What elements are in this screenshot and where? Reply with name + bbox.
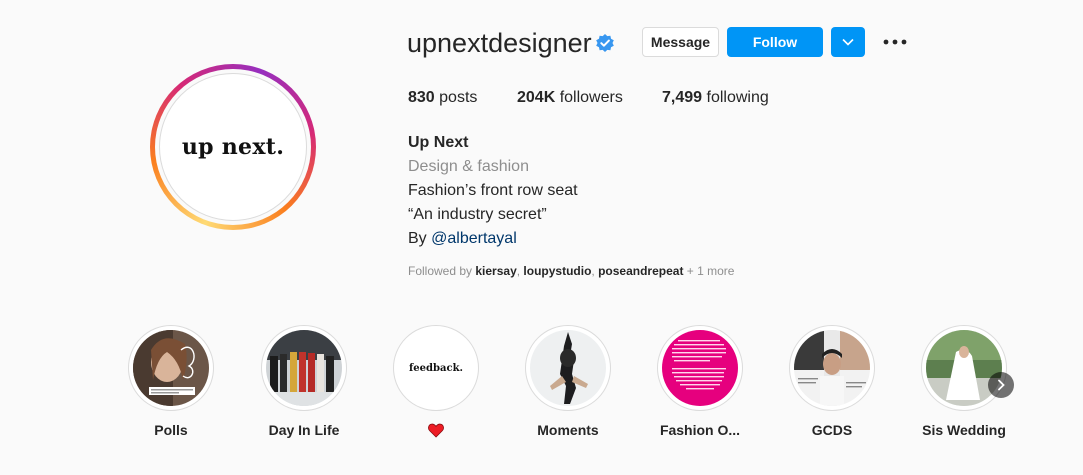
posts-count-label: posts [434, 89, 478, 106]
more-options-button[interactable] [880, 30, 910, 54]
profile-avatar-story-ring[interactable]: up next. [150, 64, 316, 230]
highlight-label: Sis Wedding [922, 422, 1006, 438]
posts-count-value: 830 [408, 89, 435, 106]
suggested-accounts-dropdown-button[interactable] [831, 27, 865, 57]
photo-collage [794, 330, 870, 406]
highlight-ring [525, 325, 611, 411]
following-link[interactable]: 7,499 following [662, 89, 769, 107]
highlight-ring [657, 325, 743, 411]
profile-full-name: Up Next [408, 134, 469, 151]
bio-credit-prefix: By [408, 230, 432, 247]
bio-line: “An industry secret” [408, 206, 547, 223]
highlight-label: Fashion O... [659, 422, 741, 438]
followers-link[interactable]: 204K followers [517, 89, 623, 107]
following-count-value: 7,499 [662, 89, 703, 106]
highlight-ring [921, 325, 1007, 411]
highlight-ring [789, 325, 875, 411]
heart-icon [428, 423, 444, 438]
highlight-sis-wedding[interactable]: Sis Wedding [920, 325, 1008, 438]
highlight-label: Day In Life [268, 422, 340, 438]
photo-woman-poll [133, 330, 209, 406]
followed-by-text[interactable]: Followed by kiersay, loupystudio, posean… [408, 264, 734, 278]
followers-count-label: followers [555, 89, 623, 106]
followed-by-user[interactable]: kiersay [475, 264, 516, 278]
chevron-down-icon [842, 38, 854, 46]
highlight-ring [261, 325, 347, 411]
followed-by-user[interactable]: poseandrepeat [598, 264, 683, 278]
more-horizontal-icon [883, 39, 907, 45]
posts-count: 830 posts [408, 89, 477, 107]
photo-wedding [926, 330, 1002, 406]
bio-credit-line: By @albertayal [408, 230, 517, 248]
bio-line: Fashion’s front row seat [408, 182, 578, 199]
highlight-gcds[interactable]: GCDS [788, 325, 876, 438]
avatar-logo-text: up next. [181, 134, 285, 160]
highlight-polls[interactable]: Polls [127, 325, 215, 438]
chevron-right-icon [998, 379, 1005, 391]
feedback-cover: feedback. [398, 330, 474, 406]
highlight-ring: feedback. [393, 325, 479, 411]
followers-count-value: 204K [517, 89, 556, 106]
verified-badge-icon [596, 34, 614, 52]
profile-category: Design & fashion [408, 158, 529, 175]
followed-by-prefix: Followed by [408, 264, 476, 278]
highlight-moments[interactable]: Moments [524, 325, 612, 438]
highlight-cover-text: feedback. [409, 362, 463, 374]
avatar-ring-gap: up next. [155, 69, 311, 225]
following-count-label: following [702, 89, 769, 106]
message-button[interactable]: Message [642, 27, 719, 57]
avatar: up next. [159, 73, 307, 221]
highlight-label: Moments [537, 422, 599, 438]
highlight-day-in-life[interactable]: Day In Life [260, 325, 348, 438]
photo-runway [266, 330, 342, 406]
highlight-fashion-o[interactable]: Fashion O... [656, 325, 744, 438]
profile-username: upnextdesigner [407, 28, 592, 58]
highlight-label: Polls [154, 422, 188, 438]
followed-by-more: + 1 more [683, 264, 735, 278]
highlight-label: GCDS [811, 422, 853, 438]
highlight-ring [128, 325, 214, 411]
followed-by-user[interactable]: loupystudio [523, 264, 591, 278]
photo-dancer [530, 330, 606, 406]
pink-text-cover [662, 330, 738, 406]
highlights-next-button[interactable] [988, 372, 1014, 398]
follow-button[interactable]: Follow [727, 27, 823, 57]
bio-mention-link[interactable]: @albertayal [431, 230, 517, 247]
highlight-feedback[interactable]: feedback. [392, 325, 480, 438]
